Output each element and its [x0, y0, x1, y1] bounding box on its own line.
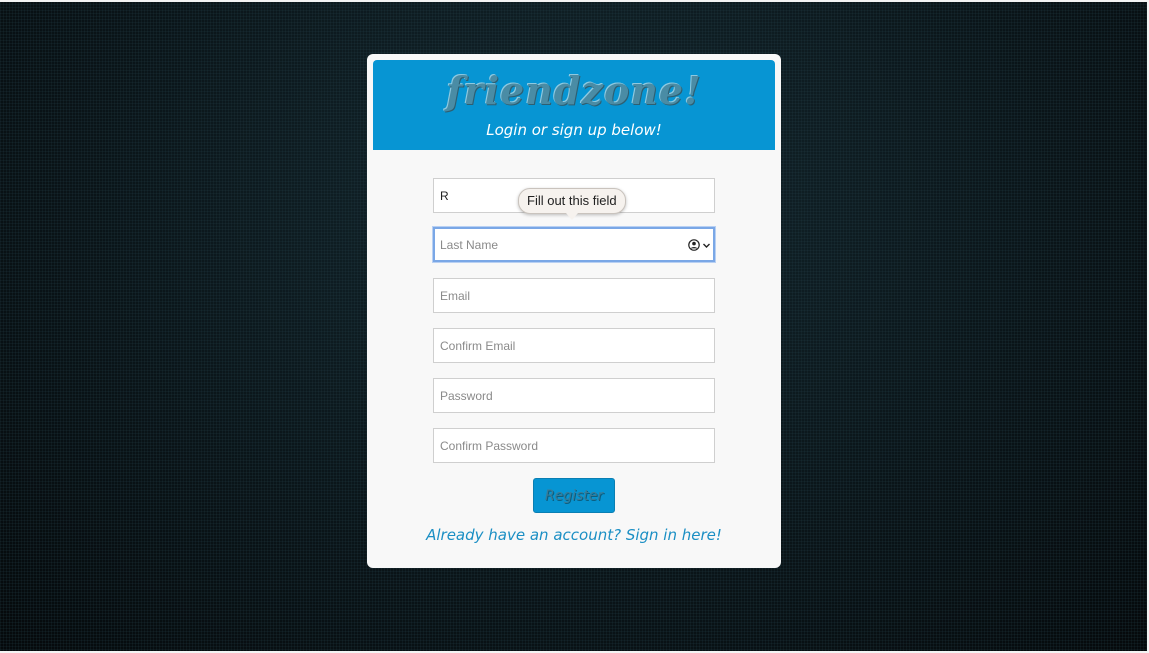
auth-card: friendzone! Login or sign up below! Regi… [367, 54, 781, 568]
validation-tooltip: Fill out this field [518, 188, 626, 214]
card-header: friendzone! Login or sign up below! [373, 60, 775, 150]
email-input[interactable] [433, 278, 715, 313]
brand-logo: friendzone! [446, 68, 702, 113]
sign-in-link[interactable]: Already have an account? Sign in here! [367, 526, 781, 544]
register-button[interactable]: Register [533, 478, 615, 513]
chevron-down-icon [703, 243, 710, 248]
user-circle-icon [688, 239, 700, 251]
header-subtitle: Login or sign up below! [486, 121, 662, 139]
validation-tooltip-arrow [566, 213, 578, 220]
last-name-input[interactable] [433, 227, 715, 262]
confirm-password-input[interactable] [433, 428, 715, 463]
confirm-email-input[interactable] [433, 328, 715, 363]
password-input[interactable] [433, 378, 715, 413]
autofill-contact-button[interactable] [688, 238, 712, 252]
